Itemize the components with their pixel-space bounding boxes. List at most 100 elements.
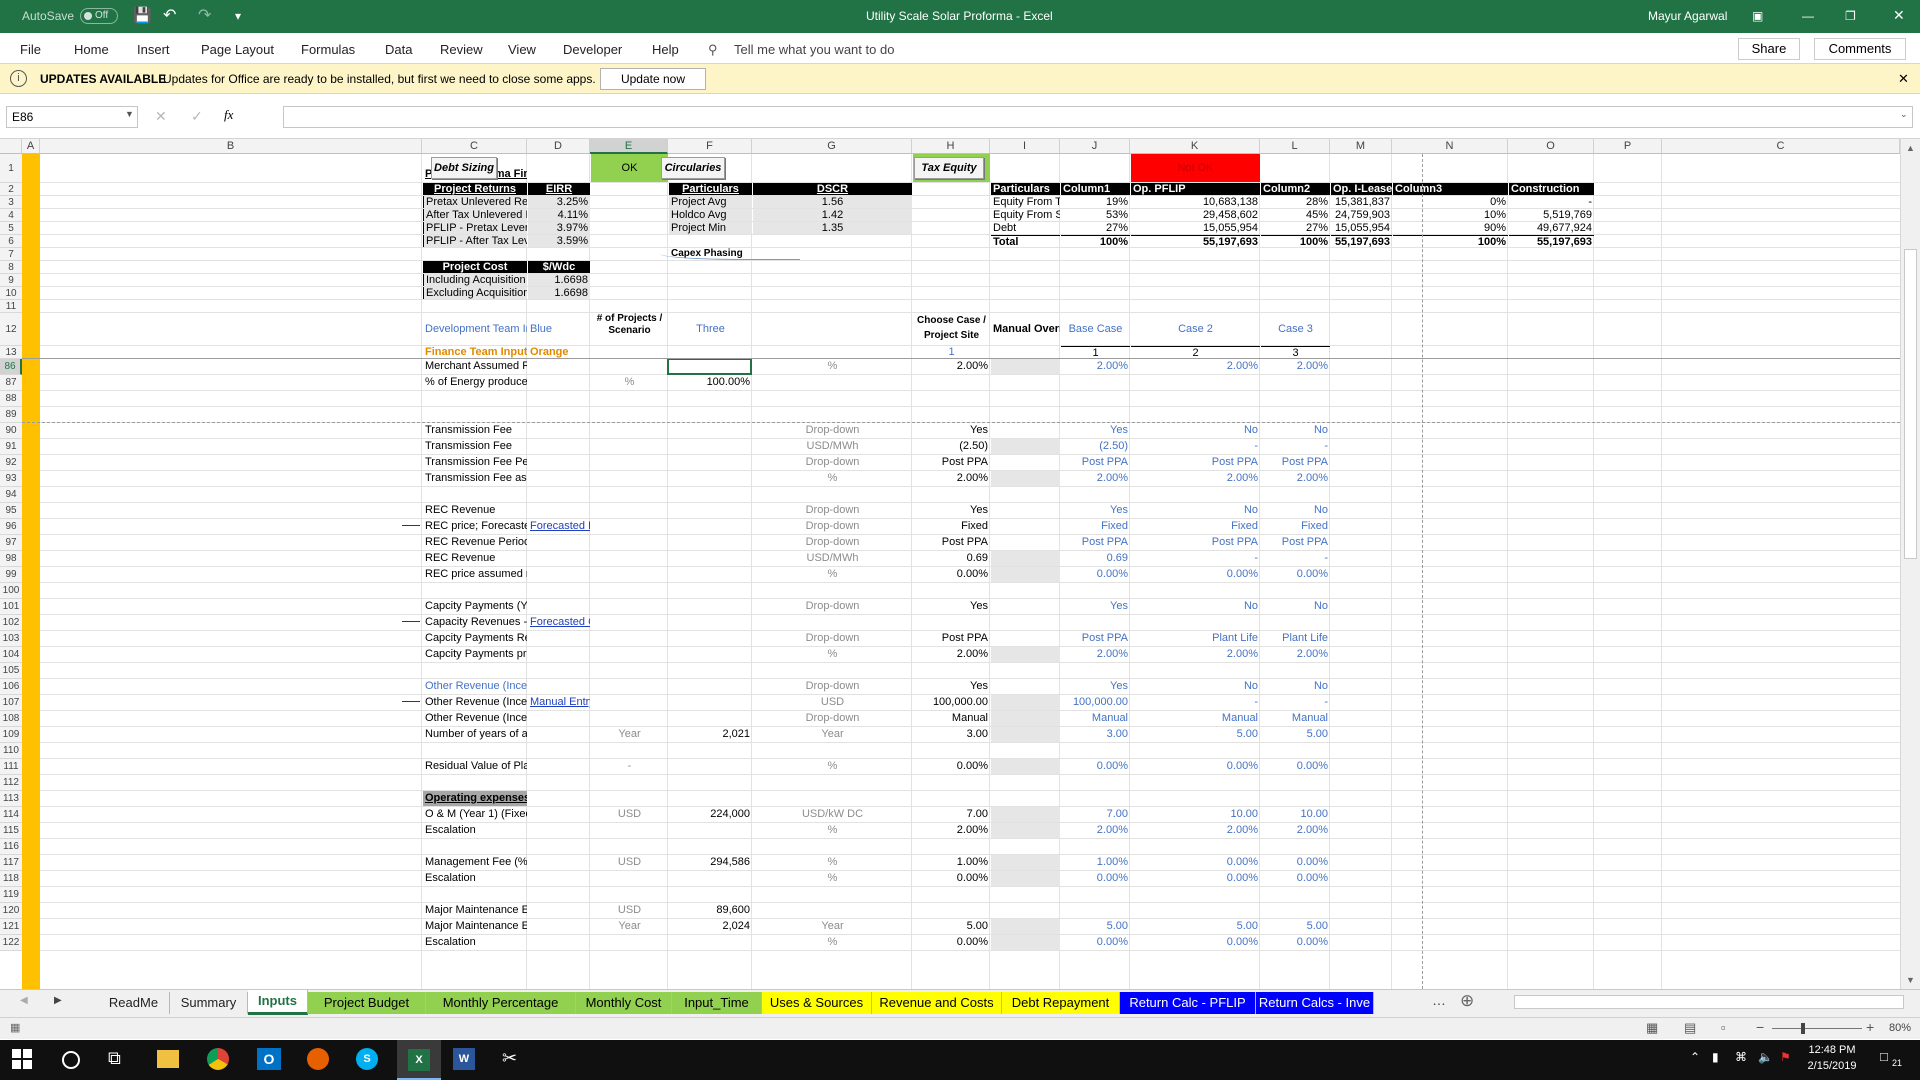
row-header-12[interactable]: 12 [0,313,22,346]
select-all-corner[interactable] [0,139,22,154]
case-3-value[interactable]: - [1261,551,1330,566]
next-sheet-icon[interactable]: ▶ [54,995,62,1006]
manual-override-cell[interactable] [991,919,1060,934]
case-3-value[interactable]: Plant Life [1261,631,1330,646]
row-header-109[interactable]: 109 [0,727,22,743]
row-header-112[interactable]: 112 [0,775,22,791]
vertical-scrollbar[interactable]: ▲ ▼ [1900,139,1920,989]
action-center-icon[interactable]: □ [1880,1049,1888,1064]
cap-value[interactable]: 15,055,954 [1331,222,1392,234]
row-header-122[interactable]: 122 [0,935,22,951]
row-header-107[interactable]: 107 [0,695,22,711]
update-now-button[interactable]: Update now [600,68,706,90]
case-3-value[interactable]: Post PPA [1261,535,1330,550]
tell-me-box[interactable]: Tell me what you want to do [734,42,894,57]
case-2-value[interactable]: - [1131,439,1260,454]
row-header-101[interactable]: 101 [0,599,22,615]
selected-value[interactable]: 3.00 [913,727,990,742]
case-3-value[interactable]: 0.00% [1261,871,1330,886]
expand-formula-icon[interactable]: ⌄ [1900,109,1908,120]
case-2-value[interactable]: - [1131,551,1260,566]
computed-value[interactable]: 294,586 [669,855,752,870]
manual-override-cell[interactable] [991,439,1060,454]
base-case-value[interactable]: Yes [1061,503,1130,518]
row-header-8[interactable]: 8 [0,261,22,274]
cost-value[interactable]: 1.6698 [528,287,590,299]
sheet-tab-return-calc-pflip[interactable]: Return Calc - PFLIP [1120,992,1256,1014]
formula-input[interactable] [283,106,1913,128]
return-value[interactable]: 3.25% [528,196,590,208]
row-header-90[interactable]: 90 [0,423,22,439]
cap-value[interactable]: 15,055,954 [1131,222,1260,234]
sheet-tab-revenue-and-costs[interactable]: Revenue and Costs [872,992,1002,1014]
base-case-value[interactable]: Post PPA [1061,631,1130,646]
row-header-115[interactable]: 115 [0,823,22,839]
case-3-value[interactable]: 10.00 [1261,807,1330,822]
case-2-value[interactable]: 2.00% [1131,647,1260,662]
row-header-5[interactable]: 5 [0,222,22,235]
tab-review[interactable]: Review [440,42,483,57]
row-header-88[interactable]: 88 [0,391,22,407]
base-case-value[interactable]: 7.00 [1061,807,1130,822]
hyperlink[interactable]: Forecasted REC [528,519,590,534]
sheet-tab-uses-sources[interactable]: Uses & Sources [762,992,872,1014]
selected-value[interactable]: 100,000.00 [913,695,990,710]
case-2-value[interactable]: 0.00% [1131,935,1260,950]
manual-override-cell[interactable] [991,727,1060,742]
selected-value[interactable]: 2.00% [913,823,990,838]
column-header-p[interactable]: P [1594,139,1662,154]
normal-view-icon[interactable]: ▦ [1646,1020,1658,1036]
defender-icon[interactable]: ⚑ [1780,1050,1791,1064]
tab-view[interactable]: View [508,42,536,57]
row-header-99[interactable]: 99 [0,567,22,583]
tab-data[interactable]: Data [385,42,412,57]
case-2-value[interactable]: 5.00 [1131,727,1260,742]
excel-taskbar-button[interactable]: X [397,1040,441,1080]
new-sheet-icon[interactable]: ⊕ [1460,991,1474,1011]
cap-value[interactable]: 90% [1393,222,1508,234]
return-value[interactable]: 3.97% [528,222,590,234]
row-header-116[interactable]: 116 [0,839,22,855]
manual-override-cell[interactable] [991,935,1060,950]
zoom-slider-thumb[interactable] [1801,1023,1805,1034]
row-header-4[interactable]: 4 [0,209,22,222]
cap-value[interactable]: 15,381,837 [1331,196,1392,208]
base-case-value[interactable]: 2.00% [1061,471,1130,486]
selected-value[interactable]: Post PPA [913,631,990,646]
tab-help[interactable]: Help [652,42,679,57]
selected-value[interactable]: Post PPA [913,535,990,550]
column-header-o[interactable]: O [1508,139,1594,154]
row-header-94[interactable]: 94 [0,487,22,503]
row-header-108[interactable]: 108 [0,711,22,727]
column-header-i[interactable]: I [990,139,1060,154]
case-3-value[interactable]: 5.00 [1261,919,1330,934]
selected-value[interactable]: 2.00% [913,471,990,486]
base-case-value[interactable]: 2.00% [1061,647,1130,662]
case-2-value[interactable]: No [1131,679,1260,694]
case-3-value[interactable]: No [1261,599,1330,614]
dscr-value[interactable]: 1.56 [753,196,912,208]
active-cell-e86[interactable] [667,358,752,375]
chrome-icon[interactable] [207,1048,229,1070]
save-icon[interactable]: 💾 [133,6,152,24]
case-3-value[interactable]: 2.00% [1261,471,1330,486]
selected-value[interactable]: Yes [913,599,990,614]
cap-value[interactable]: 55,197,693 [1331,235,1392,247]
base-case-value[interactable]: 3.00 [1061,727,1130,742]
row-header-7[interactable]: 7 [0,248,22,261]
selected-value[interactable]: 5.00 [913,919,990,934]
tab-page-layout[interactable]: Page Layout [201,42,274,57]
restore-icon[interactable]: ❐ [1845,9,1856,23]
scroll-up-icon[interactable]: ▲ [1906,143,1915,153]
choose-case-value[interactable]: 1 [913,346,990,358]
cap-value[interactable]: 10% [1393,209,1508,221]
column-header-c[interactable]: C [1662,139,1900,154]
cap-value[interactable]: 27% [1261,222,1330,234]
row-header-121[interactable]: 121 [0,919,22,935]
skype-icon[interactable]: S [356,1048,378,1070]
tax-equity-button[interactable]: Tax Equity [914,157,984,179]
row-header-93[interactable]: 93 [0,471,22,487]
scroll-down-icon[interactable]: ▼ [1906,975,1915,985]
debt-sizing-button[interactable]: Debt Sizing [431,157,497,179]
comments-button[interactable]: Comments [1814,38,1906,60]
